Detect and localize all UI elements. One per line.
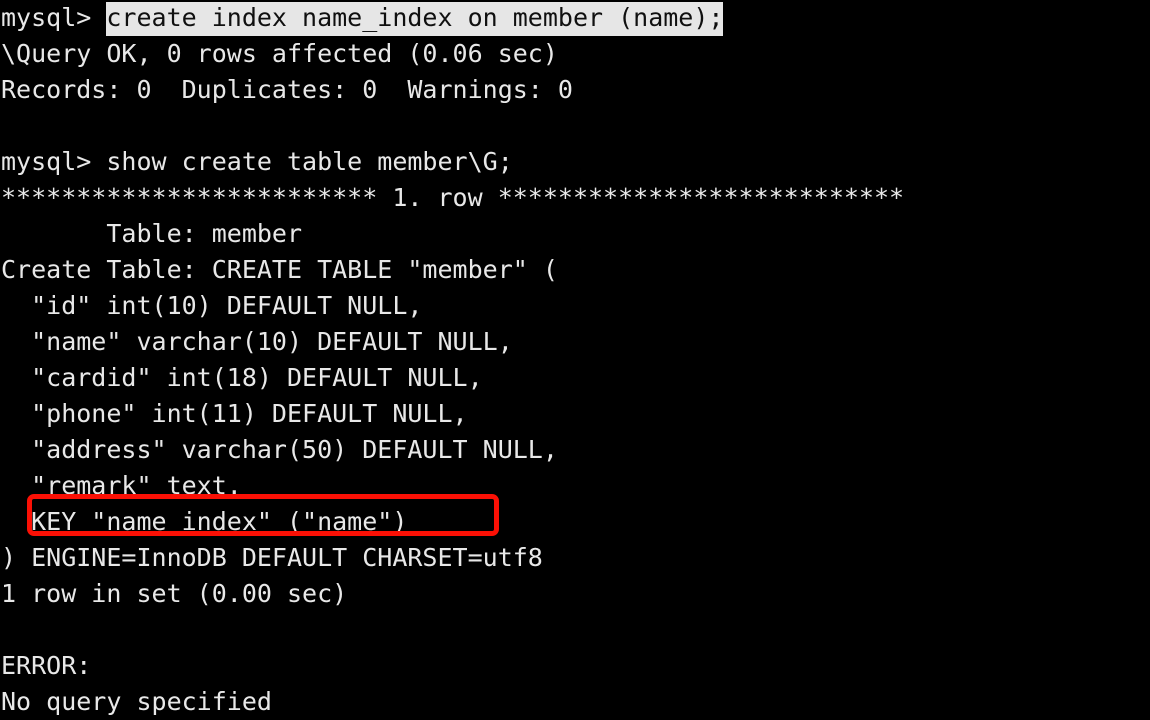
terminal-line-error-label: ERROR: <box>1 651 92 680</box>
terminal-line-column-phone: "phone" int(11) DEFAULT NULL, <box>1 399 468 428</box>
terminal-line-column-address: "address" varchar(50) DEFAULT NULL, <box>1 435 558 464</box>
terminal-output: mysql> create index name_index on member… <box>0 0 1150 720</box>
terminal-line-column-name: "name" varchar(10) DEFAULT NULL, <box>1 327 513 356</box>
terminal-line-query-ok: \Query OK, 0 rows affected (0.06 sec) <box>1 39 558 68</box>
terminal-line-key-name-index: KEY "name_index" ("name") <box>1 507 408 536</box>
terminal-line-engine: ) ENGINE=InnoDB DEFAULT CHARSET=utf8 <box>1 543 543 572</box>
terminal-line-blank-1 <box>0 108 1150 144</box>
terminal-line-error-message: No query specified <box>1 687 272 716</box>
selected-command-text[interactable]: create index name_index on member (name)… <box>106 2 724 36</box>
terminal-line-command: mysql> create index name_index on member… <box>0 0 1150 36</box>
terminal-line-column-remark: "remark" text. <box>1 471 242 500</box>
mysql-prompt: mysql> <box>1 3 107 32</box>
terminal-line-records: Records: 0 Duplicates: 0 Warnings: 0 <box>1 75 573 104</box>
terminal-line-create-table: Create Table: CREATE TABLE "member" ( <box>1 255 558 284</box>
terminal-line-column-cardid: "cardid" int(18) DEFAULT NULL, <box>1 363 483 392</box>
terminal-line-show-create: mysql> show create table member\G; <box>1 147 513 176</box>
terminal-line-table-name: Table: member <box>1 219 303 248</box>
terminal-line-blank-2 <box>0 612 1150 648</box>
terminal-line-row-separator: ************************* 1. row *******… <box>1 183 905 212</box>
terminal-window[interactable]: mysql> create index name_index on member… <box>0 0 1150 720</box>
terminal-line-column-id: "id" int(10) DEFAULT NULL, <box>1 291 423 320</box>
terminal-line-row-in-set: 1 row in set (0.00 sec) <box>1 579 348 608</box>
